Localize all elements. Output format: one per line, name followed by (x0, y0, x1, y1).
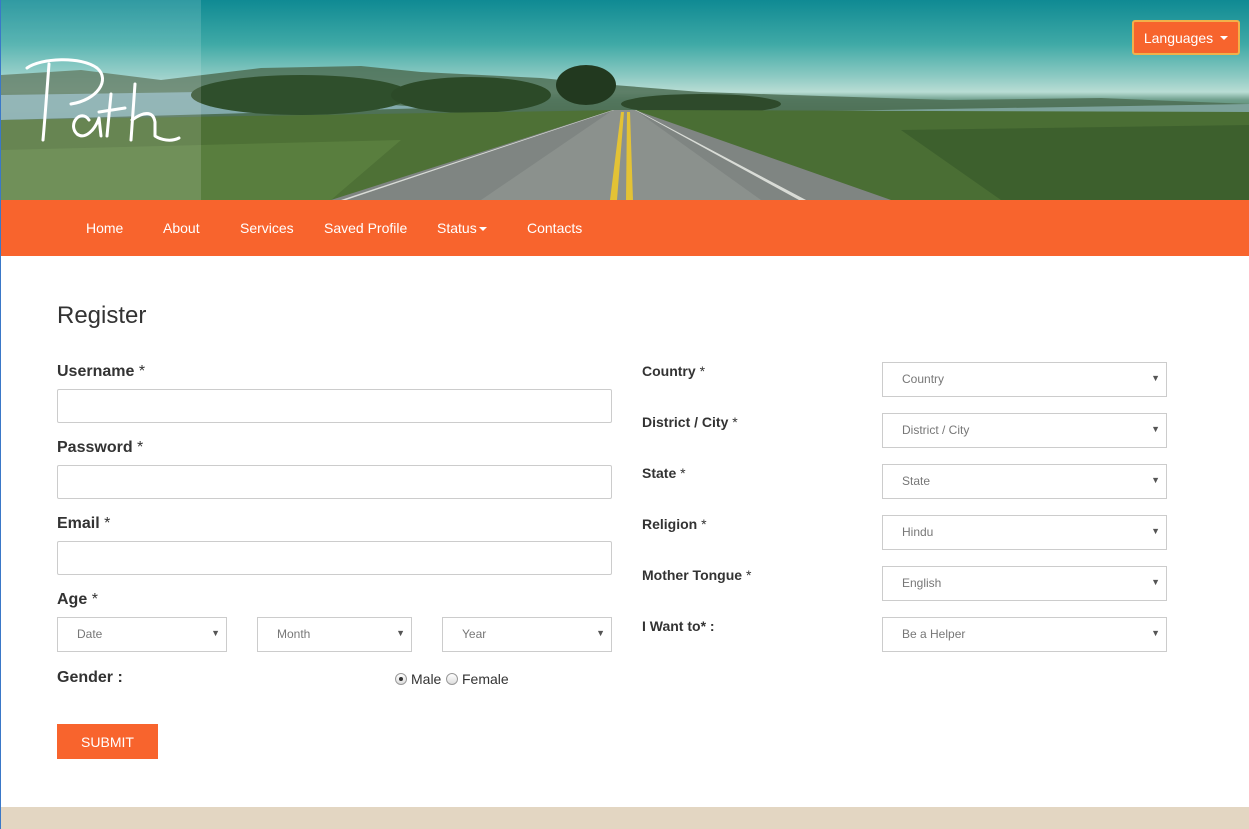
username-label-text: Username (57, 363, 135, 380)
field-label-text: State (642, 465, 677, 481)
required-mark: * (732, 414, 738, 430)
select-value: Month (277, 627, 311, 641)
email-label-text: Email (57, 515, 100, 532)
nav-item-saved-profile[interactable]: Saved Profile (324, 200, 407, 256)
select-value: State (902, 474, 931, 488)
username-input[interactable] (57, 389, 612, 423)
nav-item-label: Status (437, 220, 477, 236)
gender-label: Gender : (57, 669, 123, 686)
select-arrow-icon: ▼ (1151, 628, 1160, 638)
field-label-text: I Want to* : (642, 618, 715, 634)
country-select[interactable]: Country ▼ (882, 362, 1167, 397)
radio-label: Male (411, 671, 442, 687)
footer-band (1, 807, 1249, 829)
field-label-text: District / City (642, 414, 729, 430)
radio-unchecked-icon[interactable] (446, 673, 458, 685)
radio-checked-icon[interactable] (395, 673, 407, 685)
select-arrow-icon: ▼ (396, 628, 405, 638)
nav-item-contacts[interactable]: Contacts (527, 200, 582, 256)
gender-female-radio[interactable]: Female (446, 671, 509, 687)
select-value: Country (902, 372, 945, 386)
page-title: Register (57, 302, 147, 329)
select-value: Year (462, 627, 487, 641)
logo-panel (1, 0, 201, 200)
select-arrow-icon: ▼ (211, 628, 220, 638)
select-value: Hindu (902, 525, 934, 539)
required-mark: * (680, 465, 686, 481)
select-arrow-icon: ▼ (1151, 577, 1160, 587)
nav-item-label: Services (240, 220, 294, 236)
nav-item-status[interactable]: Status (437, 200, 487, 256)
nav-item-home[interactable]: Home (86, 200, 123, 256)
languages-dropdown-button[interactable]: Languages (1132, 20, 1240, 55)
district-city-label: District / City * (642, 414, 738, 430)
submit-button[interactable]: SUBMIT (57, 724, 158, 759)
select-arrow-icon: ▼ (1151, 424, 1160, 434)
required-mark: * (701, 516, 707, 532)
required-mark: * (699, 363, 706, 379)
password-input[interactable] (57, 465, 612, 499)
caret-down-icon (1220, 35, 1229, 40)
password-label-text: Password (57, 439, 133, 456)
mother-tongue-select[interactable]: English ▼ (882, 566, 1167, 601)
select-arrow-icon: ▼ (1151, 526, 1160, 536)
select-value: District / City (902, 423, 970, 437)
header-banner: Languages (1, 0, 1249, 200)
nav-item-label: About (163, 220, 200, 236)
state-select[interactable]: State ▼ (882, 464, 1167, 499)
district-city-select[interactable]: District / City ▼ (882, 413, 1167, 448)
age-label-text: Age (57, 591, 88, 608)
languages-label: Languages (1143, 29, 1214, 46)
field-label-text: Country (642, 363, 696, 379)
email-label: Email * (57, 515, 110, 533)
required-mark: * (104, 515, 111, 532)
nav-item-label: Contacts (527, 220, 583, 236)
nav-item-services[interactable]: Services (240, 200, 294, 256)
path-logo[interactable] (1, 0, 201, 200)
required-mark: * (745, 567, 752, 583)
email-input[interactable] (57, 541, 612, 575)
religion-label: Religion * (642, 516, 707, 532)
age-date-select[interactable]: Date ▼ (57, 617, 227, 652)
main-nav: Home About Services Saved Profile Status… (1, 200, 1249, 256)
state-label: State * (642, 465, 686, 481)
select-value: Date (77, 627, 103, 641)
radio-label: Female (462, 671, 509, 687)
mother-tongue-label: Mother Tongue * (642, 567, 751, 583)
select-value: English (902, 576, 942, 590)
select-arrow-icon: ▼ (596, 628, 605, 638)
age-year-select[interactable]: Year ▼ (442, 617, 612, 652)
caret-down-icon (478, 227, 487, 232)
nav-item-label: Home (86, 220, 124, 236)
select-value: Be a Helper (902, 627, 966, 641)
required-mark: * (138, 363, 146, 380)
gender-male-radio[interactable]: Male (395, 671, 441, 687)
i-want-to-select[interactable]: Be a Helper ▼ (882, 617, 1167, 652)
select-arrow-icon: ▼ (1151, 475, 1160, 485)
i-want-to-label: I Want to* : (642, 618, 715, 634)
select-arrow-icon: ▼ (1151, 373, 1160, 383)
field-label-text: Mother Tongue (642, 567, 743, 583)
required-mark: * (91, 591, 98, 608)
nav-item-about[interactable]: About (163, 200, 200, 256)
nav-item-label: Saved Profile (324, 220, 408, 236)
country-label: Country * (642, 363, 705, 379)
religion-select[interactable]: Hindu ▼ (882, 515, 1167, 550)
password-label: Password * (57, 439, 143, 457)
username-label: Username * (57, 363, 145, 381)
age-month-select[interactable]: Month ▼ (257, 617, 412, 652)
field-label-text: Religion (642, 516, 698, 532)
required-mark: * (137, 439, 144, 456)
age-label: Age * (57, 591, 98, 609)
